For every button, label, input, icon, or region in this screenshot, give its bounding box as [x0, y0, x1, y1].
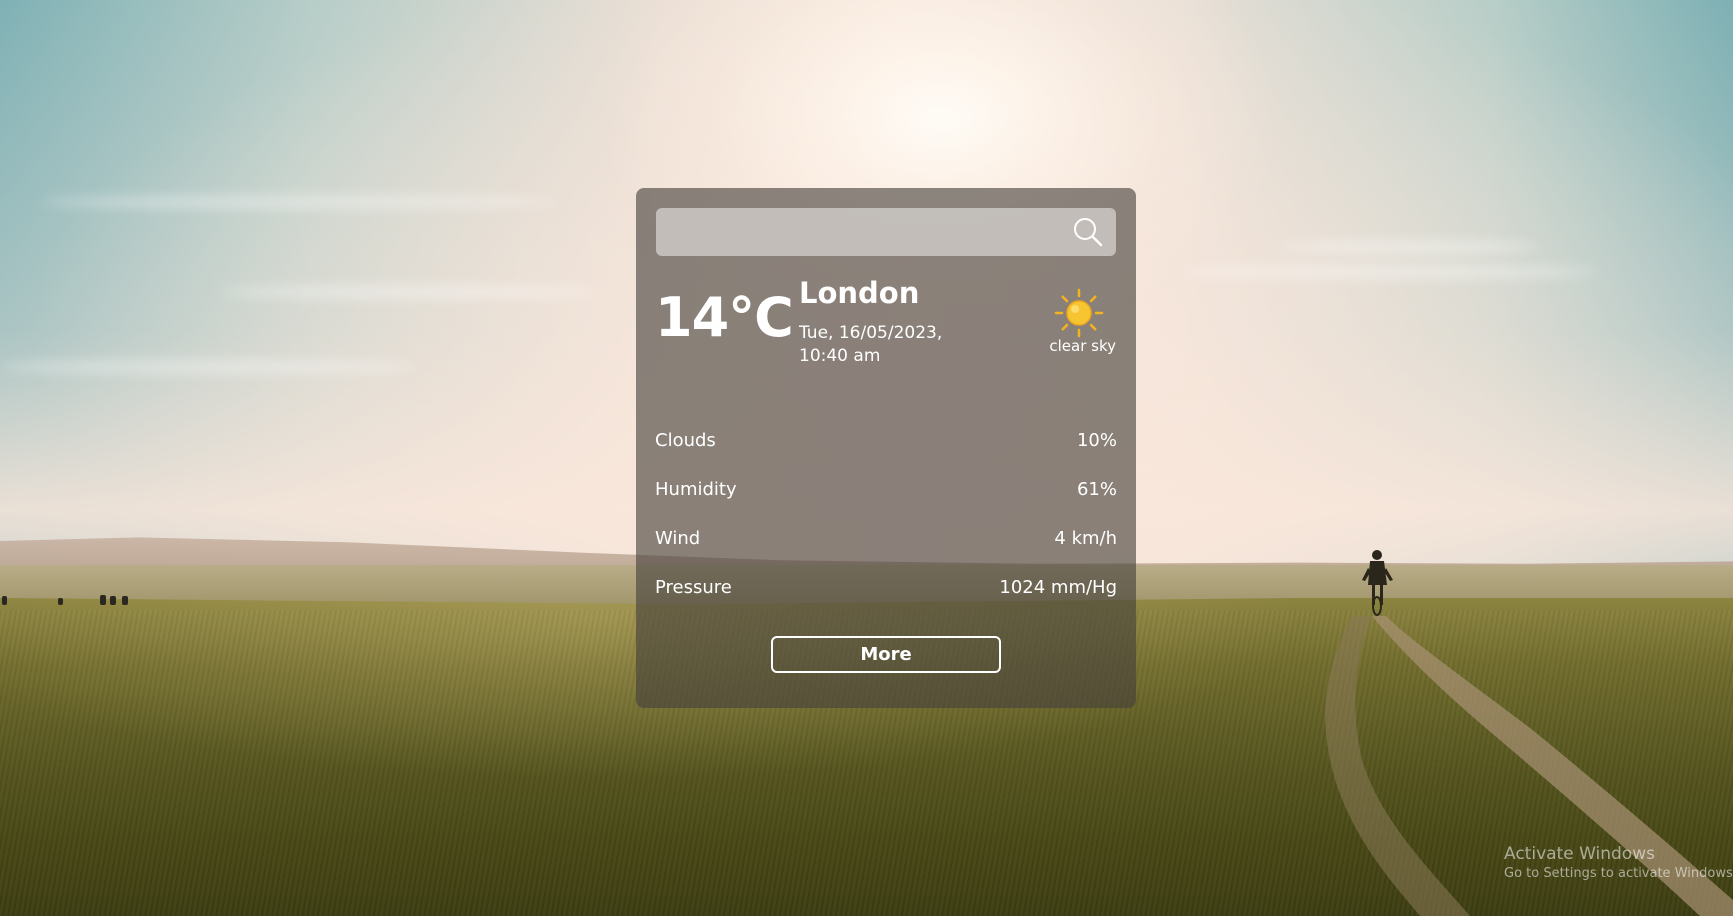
- city-name: London: [799, 276, 920, 310]
- detail-label: Clouds: [655, 430, 716, 451]
- detail-value: 1024 mm/Hg: [999, 577, 1117, 598]
- weather-details: Clouds 10% Humidity 61% Wind 4 km/h Pres…: [655, 416, 1117, 612]
- search-input[interactable]: [656, 208, 1056, 256]
- detail-value: 61%: [1076, 479, 1117, 500]
- detail-row-wind: Wind 4 km/h: [655, 514, 1117, 563]
- more-button[interactable]: More: [771, 636, 1001, 673]
- detail-value: 4 km/h: [1054, 528, 1117, 549]
- weather-card: 14°C London Tue, 16/05/2023, 10:40 am cl…: [636, 188, 1136, 708]
- detail-row-pressure: Pressure 1024 mm/Hg: [655, 563, 1117, 612]
- weather-condition: clear sky: [1049, 337, 1116, 355]
- detail-value: 10%: [1076, 430, 1117, 451]
- detail-row-humidity: Humidity 61%: [655, 465, 1117, 514]
- activation-watermark: Activate Windows Go to Settings to activ…: [1504, 843, 1733, 883]
- distant-people: [2, 595, 128, 605]
- search-icon[interactable]: [1072, 216, 1104, 248]
- detail-label: Pressure: [655, 577, 732, 598]
- watermark-subtitle: Go to Settings to activate Windows.: [1504, 866, 1733, 881]
- detail-label: Humidity: [655, 479, 737, 500]
- sun-icon: [1054, 288, 1104, 338]
- watermark-title: Activate Windows: [1504, 844, 1655, 864]
- detail-label: Wind: [655, 528, 701, 549]
- search-bar: [656, 208, 1116, 256]
- temperature: 14°C: [655, 286, 794, 349]
- date-time: Tue, 16/05/2023, 10:40 am: [799, 323, 943, 366]
- cyclist-silhouette: [1362, 550, 1393, 616]
- detail-row-clouds: Clouds 10%: [655, 416, 1117, 465]
